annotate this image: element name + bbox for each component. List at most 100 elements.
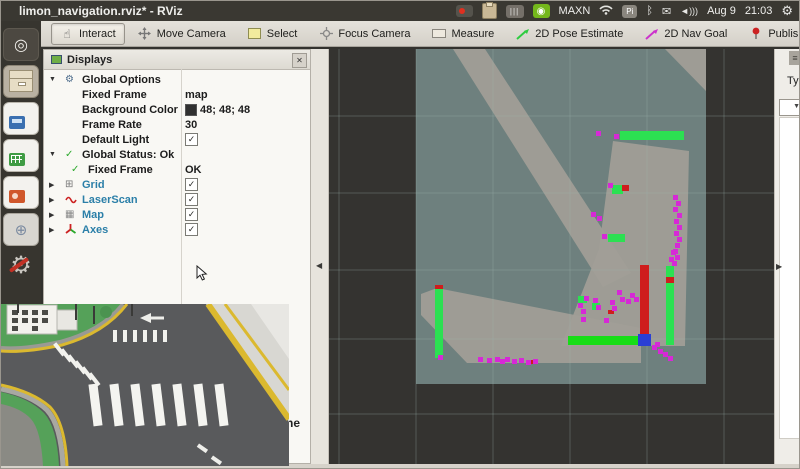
- tool-2d-pose-estimate[interactable]: 2D Pose Estimate: [507, 23, 632, 45]
- panel-dock-icon[interactable]: ≡: [789, 51, 800, 65]
- wifi-icon[interactable]: [599, 4, 613, 18]
- tool-move-camera[interactable]: Move Camera: [129, 23, 235, 45]
- enabled-checkbox[interactable]: ✓: [185, 193, 198, 206]
- clipboard-icon[interactable]: [482, 3, 497, 19]
- tool-2d-nav-goal[interactable]: 2D Nav Goal: [636, 23, 736, 45]
- enabled-checkbox[interactable]: ✓: [185, 223, 198, 236]
- display-row-frame-rate[interactable]: Frame Rate 30: [44, 117, 310, 132]
- tool-measure[interactable]: Measure: [423, 23, 503, 45]
- mouse-cursor: [196, 265, 208, 281]
- color-swatch[interactable]: [185, 104, 197, 116]
- session-menu-icon[interactable]: ⚙: [781, 3, 793, 19]
- row-value[interactable]: ✓: [185, 192, 198, 207]
- display-row-map[interactable]: ▶▦Map✓: [44, 207, 310, 222]
- top-panel: limon_navigation.rviz* - RViz ||| ◉ MAXN…: [1, 1, 800, 21]
- check-icon: ✓: [71, 164, 88, 175]
- display-row-global-options[interactable]: ▼⚙Global Options: [44, 72, 310, 87]
- display-row-background-color[interactable]: Background Color48; 48; 48: [44, 102, 310, 117]
- views-type-dropdown[interactable]: ▼: [779, 99, 800, 116]
- row-label: Axes: [82, 224, 108, 236]
- close-icon[interactable]: ✕: [292, 53, 307, 68]
- axes-icon: [65, 224, 82, 235]
- display-row-default-light[interactable]: Default Light ✓: [44, 132, 310, 147]
- tray-date[interactable]: Aug 9: [707, 5, 736, 17]
- grid-icon: ⊞: [65, 179, 82, 190]
- displays-panel-title: Displays: [67, 54, 112, 66]
- row-label: LaserScan: [82, 194, 138, 206]
- row-value: map: [185, 87, 208, 102]
- display-row-fixed-frame[interactable]: ✓Fixed Frame OK: [44, 162, 310, 177]
- tree-arrow-down-icon[interactable]: ▼: [44, 151, 65, 158]
- launcher-item-libreoffice-impress[interactable]: [3, 176, 39, 209]
- tree-arrow-down-icon[interactable]: ▼: [44, 76, 65, 83]
- nvidia-icon[interactable]: ◉: [533, 4, 550, 18]
- launcher-item-file-manager[interactable]: [3, 65, 39, 98]
- launcher-item-libreoffice-writer[interactable]: [3, 102, 39, 135]
- tool-select[interactable]: Select: [239, 23, 307, 45]
- row-value: OK: [185, 162, 202, 177]
- views-type-label: Ty: [787, 75, 799, 87]
- tree-arrow-right-icon[interactable]: ▶: [44, 226, 65, 234]
- gear-icon: ⚙: [65, 74, 82, 85]
- row-label: Global Options: [82, 74, 161, 86]
- row-label: Frame Rate: [82, 119, 142, 131]
- launcher-item-libreoffice-calc[interactable]: [3, 139, 39, 172]
- volume-icon[interactable]: ◄))): [680, 6, 698, 16]
- check-icon: ✓: [65, 149, 82, 160]
- nav-goal-arrow-icon: [645, 27, 659, 41]
- power-mode-label[interactable]: MAXN: [559, 5, 591, 17]
- display-row-axes[interactable]: ▶ Axes ✓: [44, 222, 310, 237]
- tool-interact[interactable]: ☝ Interact: [51, 23, 125, 45]
- row-value[interactable]: ✓: [185, 222, 198, 237]
- row-label: Fixed Frame: [88, 164, 153, 176]
- display-row-global-status-ok[interactable]: ▼✓Global Status: Ok: [44, 147, 310, 162]
- tray-time[interactable]: 21:03: [745, 5, 773, 17]
- interact-hand-icon: ☝: [60, 27, 74, 41]
- launcher-item-software-center[interactable]: ⊕: [3, 213, 39, 246]
- row-value[interactable]: ✓: [185, 177, 198, 192]
- row-value[interactable]: ✓: [185, 207, 198, 222]
- display-row-fixed-frame[interactable]: Fixed Frame map: [44, 87, 310, 102]
- pose-estimate-arrow-icon: [516, 27, 530, 41]
- views-list[interactable]: [779, 117, 800, 439]
- row-value[interactable]: ✓: [185, 132, 198, 147]
- row-label: Background Color: [82, 104, 178, 116]
- laser-icon: [65, 196, 82, 204]
- pi-indicator-icon[interactable]: Pi: [622, 5, 637, 18]
- system-tray: ||| ◉ MAXN Pi ᛒ ✉ ◄))) Aug 9 21:03 ⚙: [456, 3, 800, 19]
- tree-arrow-right-icon[interactable]: ▶: [44, 211, 65, 219]
- launcher-item-system-settings[interactable]: ⚙: [4, 250, 38, 281]
- row-label: Default Light: [82, 134, 149, 146]
- 3d-viewport[interactable]: [328, 49, 774, 464]
- row-value: 30: [185, 117, 197, 132]
- bluetooth-icon[interactable]: ᛒ: [646, 5, 653, 17]
- tree-arrow-right-icon[interactable]: ▶: [44, 196, 65, 204]
- displays-tree: ▼⚙Global OptionsFixed FramemapBackground…: [44, 70, 310, 237]
- row-label: Global Status: Ok: [82, 149, 174, 161]
- enabled-checkbox[interactable]: ✓: [185, 133, 198, 146]
- enabled-checkbox[interactable]: ✓: [185, 178, 198, 191]
- launcher-item-ubuntu-dash[interactable]: ◎: [3, 28, 39, 61]
- rviz-screen: limon_navigation.rviz* - RViz ||| ◉ MAXN…: [0, 0, 800, 469]
- mail-icon[interactable]: ✉: [662, 5, 671, 18]
- tool-publish-point[interactable]: Publish Point: [740, 23, 800, 45]
- tool-focus-camera[interactable]: Focus Camera: [310, 23, 419, 45]
- display-row-laserscan[interactable]: ▶ LaserScan ✓: [44, 192, 310, 207]
- collapse-left-icon[interactable]: ◀: [316, 261, 322, 270]
- monitor-icon: [51, 55, 62, 64]
- display-row-grid[interactable]: ▶⊞Grid ✓: [44, 177, 310, 192]
- publish-point-pin-icon: [749, 27, 763, 41]
- tree-arrow-right-icon[interactable]: ▶: [44, 181, 65, 189]
- rviz-toolbar: ☝ Interact Move Camera Select Focus Came…: [41, 21, 800, 47]
- enabled-checkbox[interactable]: ✓: [185, 208, 198, 221]
- collapse-right-icon[interactable]: ▶: [776, 262, 782, 271]
- displays-panel-header[interactable]: Displays ✕: [44, 50, 310, 70]
- camera-image: [1, 304, 289, 466]
- panel-collapse-strip[interactable]: ◀: [311, 49, 329, 464]
- row-label: Map: [82, 209, 104, 221]
- keyboard-indicator-icon[interactable]: |||: [506, 5, 524, 18]
- focus-camera-icon: [319, 27, 333, 41]
- screen-record-icon[interactable]: [456, 5, 473, 17]
- row-label: Fixed Frame: [82, 89, 147, 101]
- row-label: Grid: [82, 179, 105, 191]
